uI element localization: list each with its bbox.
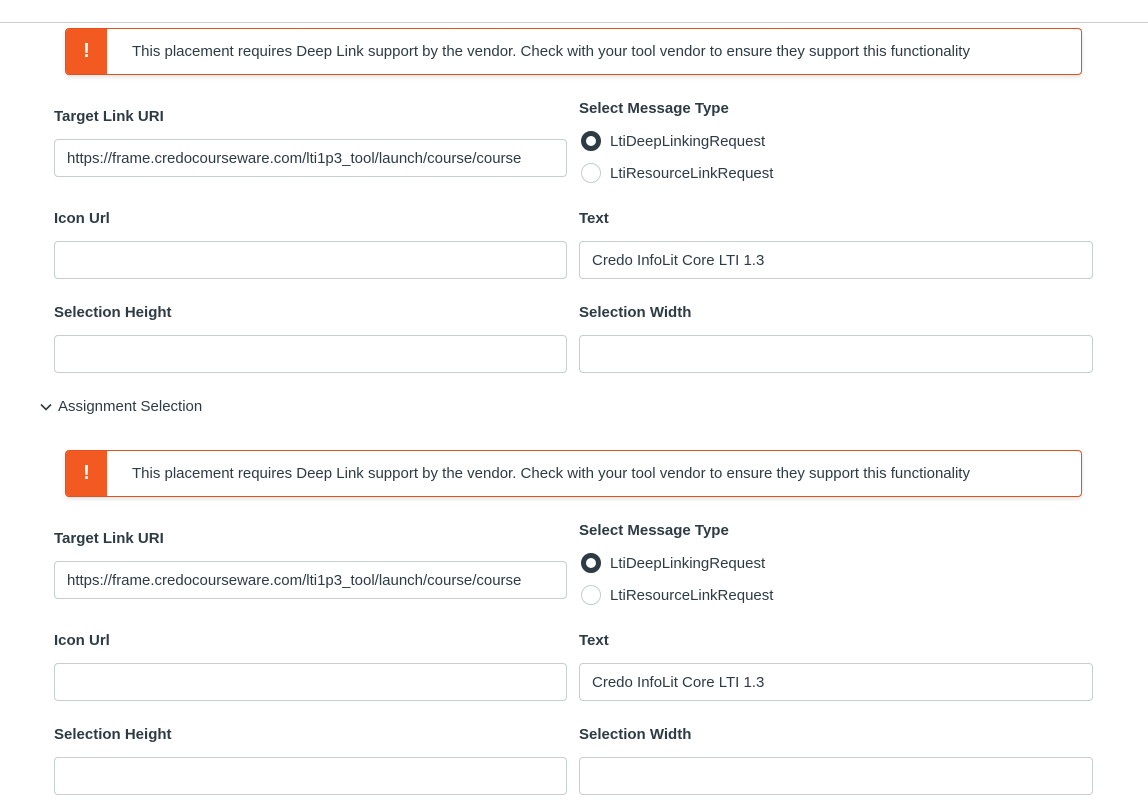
radio-deep-linking-label: LtiDeepLinkingRequest xyxy=(610,554,766,572)
text-value: Credo InfoLit Core LTI 1.3 xyxy=(592,251,765,269)
radio-checked-icon[interactable] xyxy=(581,131,601,151)
text-input[interactable]: Credo InfoLit Core LTI 1.3 xyxy=(579,241,1093,279)
warning-icon: ! xyxy=(66,451,107,496)
icon-url-label: Icon Url xyxy=(54,632,110,649)
selection-width-input[interactable] xyxy=(579,757,1093,795)
selection-width-label: Selection Width xyxy=(579,726,692,743)
radio-deep-linking[interactable]: LtiDeepLinkingRequest xyxy=(581,131,765,151)
icon-url-input[interactable] xyxy=(54,663,567,701)
target-link-label: Target Link URI xyxy=(54,108,164,125)
target-link-input[interactable]: https://frame.credocourseware.com/lti1p3… xyxy=(54,561,567,599)
selection-height-label: Selection Height xyxy=(54,726,172,743)
selection-height-input[interactable] xyxy=(54,757,567,795)
target-link-input[interactable]: https://frame.credocourseware.com/lti1p3… xyxy=(54,139,567,177)
target-link-label: Target Link URI xyxy=(54,530,164,547)
radio-deep-linking[interactable]: LtiDeepLinkingRequest xyxy=(581,553,765,573)
deep-link-alert: ! This placement requires Deep Link supp… xyxy=(65,450,1082,497)
message-type-label: Select Message Type xyxy=(579,522,729,539)
selection-height-label: Selection Height xyxy=(54,304,172,321)
icon-url-input[interactable] xyxy=(54,241,567,279)
radio-resource-link-label: LtiResourceLinkRequest xyxy=(610,164,774,182)
alert-message: This placement requires Deep Link suppor… xyxy=(132,465,970,482)
deep-link-alert: ! This placement requires Deep Link supp… xyxy=(65,28,1082,75)
message-type-label: Select Message Type xyxy=(579,100,729,117)
icon-url-label: Icon Url xyxy=(54,210,110,227)
radio-resource-link[interactable]: LtiResourceLinkRequest xyxy=(581,585,773,605)
chevron-down-icon xyxy=(40,403,52,411)
assignment-selection-label: Assignment Selection xyxy=(58,398,203,415)
text-label: Text xyxy=(579,632,609,649)
target-link-value: https://frame.credocourseware.com/lti1p3… xyxy=(67,571,522,589)
radio-unchecked-icon[interactable] xyxy=(581,585,601,605)
radio-resource-link[interactable]: LtiResourceLinkRequest xyxy=(581,163,773,183)
radio-resource-link-label: LtiResourceLinkRequest xyxy=(610,586,774,604)
text-input[interactable]: Credo InfoLit Core LTI 1.3 xyxy=(579,663,1093,701)
text-label: Text xyxy=(579,210,609,227)
text-value: Credo InfoLit Core LTI 1.3 xyxy=(592,673,765,691)
radio-checked-icon[interactable] xyxy=(581,553,601,573)
selection-width-label: Selection Width xyxy=(579,304,692,321)
assignment-selection-toggle[interactable]: Assignment Selection xyxy=(38,398,202,415)
radio-deep-linking-label: LtiDeepLinkingRequest xyxy=(610,132,766,150)
target-link-value: https://frame.credocourseware.com/lti1p3… xyxy=(67,149,522,167)
radio-unchecked-icon[interactable] xyxy=(581,163,601,183)
selection-width-input[interactable] xyxy=(579,335,1093,373)
warning-icon: ! xyxy=(66,29,107,74)
alert-message: This placement requires Deep Link suppor… xyxy=(132,43,970,60)
selection-height-input[interactable] xyxy=(54,335,567,373)
top-divider xyxy=(0,22,1148,23)
